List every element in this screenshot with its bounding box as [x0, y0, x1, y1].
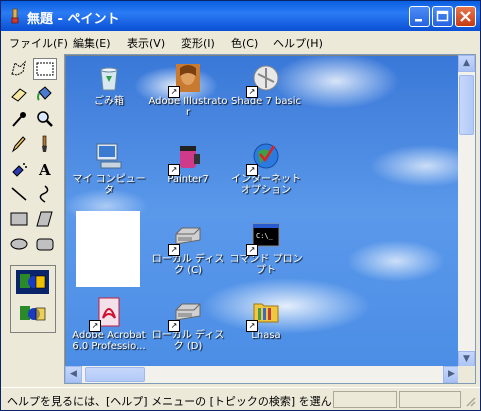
menu-help[interactable]: ヘルプ(H) — [273, 35, 323, 51]
desktop-icon-local-disk-c: ↗ ローカル ディスク (C) — [148, 220, 228, 276]
shortcut-arrow-icon: ↗ — [168, 86, 180, 98]
shortcut-arrow-icon: ↗ — [168, 244, 180, 256]
painter-icon: ↗ — [168, 140, 204, 176]
select-icon[interactable] — [33, 58, 57, 80]
my-computer-icon — [93, 140, 125, 172]
menu-image[interactable]: 変形(I) — [181, 35, 215, 51]
local-disk-icon: ↗ — [168, 296, 204, 332]
menu-bar: ファイル(F) 編集(E) 表示(V) 変形(I) 色(C) ヘルプ(H) — [1, 32, 480, 52]
maximize-button[interactable] — [432, 6, 453, 27]
rectangle-icon[interactable] — [7, 208, 31, 230]
polygon-icon[interactable] — [33, 208, 57, 230]
toolbox: A — [5, 55, 63, 335]
vertical-scrollbar[interactable]: ▲ ▼ — [458, 55, 475, 368]
transparent-selection-icon[interactable] — [16, 302, 49, 326]
fill-icon[interactable] — [33, 83, 57, 105]
lhasa-folder-icon: ↗ — [246, 296, 282, 332]
canvas[interactable]: ごみ箱 ↗ Adobe Illustrator ↗ Shade 7 basic — [66, 56, 460, 368]
desktop-icon-recycle-bin: ごみ箱 — [69, 62, 149, 107]
desktop-icon-my-computer: マイ コンピュータ — [69, 140, 149, 196]
local-disk-icon: ↗ — [168, 220, 204, 256]
horizontal-scrollbar[interactable]: ◀ ▶ — [65, 366, 460, 383]
shortcut-arrow-icon: ↗ — [246, 244, 258, 256]
close-icon — [460, 11, 471, 22]
horizontal-scroll-thumb[interactable] — [85, 367, 145, 382]
window-title: 無題 - ペイント — [27, 12, 120, 27]
internet-options-icon: ↗ — [246, 140, 282, 176]
status-bar: ヘルプを見るには、[ヘルプ] メニューの [トピックの検索] を選んでくださ — [1, 387, 480, 411]
resize-grip-icon[interactable] — [464, 395, 476, 407]
pick-color-icon[interactable] — [7, 108, 31, 130]
scrollbar-corner — [458, 366, 475, 383]
brush-icon[interactable] — [33, 133, 57, 155]
desktop-icon-command-prompt: C:\_ ↗ コマンド プロンプト — [226, 220, 306, 276]
acrobat-icon: ↗ — [89, 296, 125, 332]
opaque-selection-icon[interactable] — [16, 270, 49, 294]
shortcut-arrow-icon: ↗ — [168, 320, 180, 332]
tool-options — [10, 265, 56, 333]
desktop-icon-adobe-illustrator: ↗ Adobe Illustrator — [148, 62, 228, 118]
shade-icon: ↗ — [246, 62, 282, 98]
status-panel-position — [333, 391, 397, 408]
svg-text:A: A — [38, 161, 51, 179]
maximize-icon — [436, 10, 449, 22]
rounded-rectangle-icon[interactable] — [33, 233, 57, 255]
desktop-icon-local-disk-d: ↗ ローカル ディスク (D) — [148, 296, 228, 352]
white-rectangle — [76, 211, 140, 287]
title-bar[interactable]: 無題 - ペイント — [1, 1, 480, 31]
paint-icon — [11, 8, 19, 24]
status-text: ヘルプを見るには、[ヘルプ] メニューの [トピックの検索] を選んでくださ — [7, 395, 331, 408]
pencil-icon[interactable] — [7, 133, 31, 155]
scroll-up-button[interactable]: ▲ — [458, 55, 475, 72]
curve-icon[interactable] — [33, 183, 57, 205]
illustrator-icon: ↗ — [168, 62, 204, 98]
menu-edit[interactable]: 編集(E) — [73, 35, 111, 51]
shortcut-arrow-icon: ↗ — [89, 320, 101, 332]
menu-file[interactable]: ファイル(F) — [9, 35, 68, 51]
paint-window: 無題 - ペイント ファイル(F) 編集(E) 表示(V) 変形(I) 色(C)… — [0, 0, 481, 411]
menu-colors[interactable]: 色(C) — [231, 35, 258, 51]
airbrush-icon[interactable] — [7, 158, 31, 180]
desktop-icon-lhasa: ↗ Lhasa — [226, 296, 306, 341]
desktop-icon-painter7: ↗ Painter7 — [148, 140, 228, 185]
minimize-icon — [415, 19, 422, 22]
desktop-icon-shade: ↗ Shade 7 basic — [226, 62, 306, 107]
line-icon[interactable] — [7, 183, 31, 205]
ellipse-icon[interactable] — [7, 233, 31, 255]
status-panel-size — [399, 391, 461, 408]
svg-text:C:\_: C:\_ — [256, 232, 274, 240]
menu-view[interactable]: 表示(V) — [127, 35, 165, 51]
shortcut-arrow-icon: ↗ — [168, 164, 180, 176]
desktop-icon-internet-options: ↗ インターネット オプション — [226, 140, 306, 196]
vertical-scroll-thumb[interactable] — [459, 75, 474, 135]
recycle-bin-icon — [93, 62, 125, 94]
free-form-select-icon[interactable] — [7, 58, 31, 80]
eraser-icon[interactable] — [7, 83, 31, 105]
shortcut-arrow-icon: ↗ — [246, 320, 258, 332]
desktop-icon-adobe-acrobat: ↗ Adobe Acrobat 6.0 Professio... — [69, 296, 149, 352]
command-prompt-icon: C:\_ ↗ — [246, 220, 282, 256]
shortcut-arrow-icon: ↗ — [246, 86, 258, 98]
close-button[interactable] — [455, 6, 476, 27]
canvas-area: ごみ箱 ↗ Adobe Illustrator ↗ Shade 7 basic — [64, 54, 476, 384]
scroll-left-button[interactable]: ◀ — [65, 366, 82, 383]
shortcut-arrow-icon: ↗ — [246, 164, 258, 176]
text-icon[interactable]: A — [33, 158, 57, 180]
minimize-button[interactable] — [409, 6, 430, 27]
magnifier-icon[interactable] — [33, 108, 57, 130]
